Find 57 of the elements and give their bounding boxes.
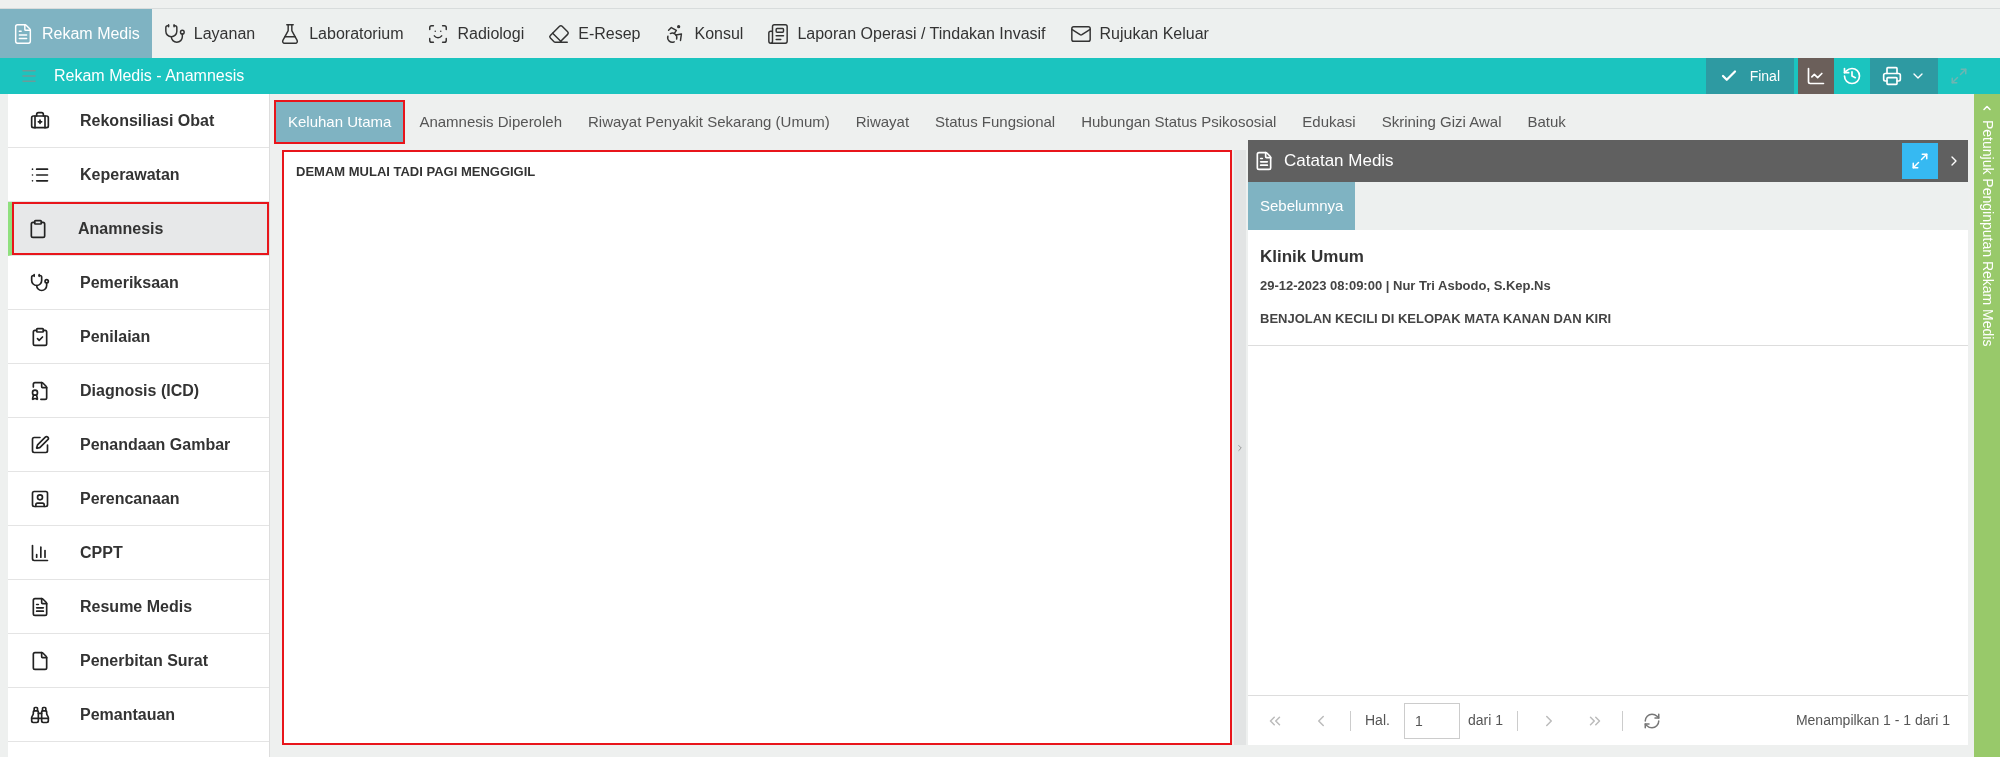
document-icon bbox=[1254, 151, 1274, 171]
page-field[interactable]: 1 bbox=[1403, 702, 1460, 739]
sidebar-item[interactable]: Resume Medis bbox=[8, 580, 269, 633]
print-button[interactable] bbox=[1870, 58, 1938, 94]
tab[interactable]: Status Fungsional bbox=[923, 100, 1068, 144]
sidebar-item[interactable]: Penilaian bbox=[8, 310, 269, 363]
nav-tab[interactable]: Rujukan Keluar bbox=[1057, 9, 1221, 58]
clipboard-icon bbox=[28, 218, 48, 239]
nav-tab[interactable]: Layanan bbox=[151, 9, 268, 58]
clinic-name: Klinik Umum bbox=[1260, 246, 1365, 268]
nav-tab[interactable]: Radiologi bbox=[415, 9, 537, 58]
page-count: dari 1 bbox=[1467, 711, 1503, 730]
entry-text: BENJOLAN KECILI DI KELOPAK MATA KANAN DAN KIRI bbox=[1260, 310, 1613, 328]
refresh-icon[interactable] bbox=[1642, 711, 1661, 730]
printer-icon bbox=[1882, 66, 1902, 86]
menu-icon[interactable] bbox=[20, 67, 38, 85]
chart-icon bbox=[30, 542, 50, 563]
expand-icon bbox=[1911, 152, 1929, 170]
sidebar-item[interactable]: Perencanaan bbox=[8, 472, 269, 525]
nav-tab[interactable]: Laporan Operasi / Tindakan Invasif bbox=[755, 9, 1058, 58]
history-icon bbox=[1842, 66, 1862, 86]
nav-tab[interactable]: E-Resep bbox=[536, 9, 653, 58]
sidebar-item[interactable]: Penerbitan Surat bbox=[8, 634, 269, 687]
page-label: Hal. bbox=[1365, 711, 1390, 730]
complaint-field[interactable]: DEMAM MULAI TADI PAGI MENGGIGIL bbox=[282, 150, 1232, 745]
sidebar-item[interactable]: Anamnesis bbox=[12, 202, 269, 255]
doc-icon bbox=[30, 596, 50, 617]
tab[interactable]: Riwayat bbox=[843, 100, 922, 144]
tab[interactable]: Riwayat Penyakit Sekarang (Umum) bbox=[576, 100, 842, 144]
sidebar-item[interactable]: Penandaan Gambar bbox=[8, 418, 269, 471]
tab[interactable]: Anamnesis Diperoleh bbox=[407, 100, 574, 144]
sidebar-item[interactable]: Rekonsiliasi Obat bbox=[8, 94, 269, 147]
page-summary: Menampilkan 1 - 1 dari 1 bbox=[1795, 711, 1950, 730]
stethoscope-icon bbox=[30, 272, 50, 293]
binoculars-icon bbox=[30, 704, 50, 725]
file-icon bbox=[12, 22, 34, 45]
sidebar-item[interactable]: Pemeriksaan bbox=[8, 256, 269, 309]
expand-button[interactable] bbox=[1902, 143, 1938, 179]
medkit-icon bbox=[30, 110, 50, 131]
newspaper-icon bbox=[767, 22, 790, 45]
splitter-handle[interactable] bbox=[1234, 150, 1246, 745]
expand-icon bbox=[1950, 67, 1968, 85]
sidebar-item[interactable]: Keperawatan bbox=[8, 148, 269, 201]
nav-tab[interactable]: Konsul bbox=[652, 9, 756, 58]
eraser-icon bbox=[548, 22, 571, 45]
page-title: Rekam Medis - Anamnesis bbox=[54, 66, 245, 86]
sidebar-item[interactable]: CPPT bbox=[8, 526, 269, 579]
edit-icon bbox=[30, 434, 50, 455]
entry-meta: 29-12-2023 08:09:00 | Nur Tri Asbodo, S.Kep.Ns bbox=[1260, 276, 1552, 295]
panel-header: Catatan Medis bbox=[1248, 140, 1968, 182]
chart-button[interactable] bbox=[1798, 58, 1834, 94]
chart-icon bbox=[1806, 66, 1826, 86]
checklist-icon bbox=[30, 326, 50, 347]
nav-tab[interactable]: Laboratorium bbox=[267, 9, 416, 58]
sidebar-item[interactable]: Diagnosis (ICD) bbox=[8, 364, 269, 417]
caret-icon bbox=[1235, 442, 1245, 453]
sidebar-item[interactable]: Pemantauan bbox=[8, 688, 269, 741]
